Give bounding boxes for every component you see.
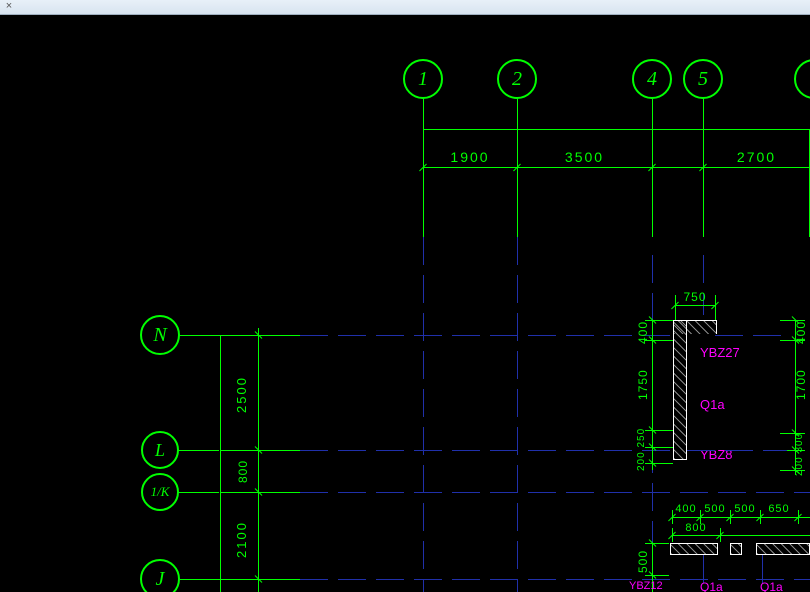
grid-line [715, 335, 785, 336]
dim-value: 2500 [234, 345, 249, 445]
dim-value: 200 250 [636, 427, 647, 471]
window-titlebar: × [0, 0, 810, 15]
grid-line-5 [703, 255, 704, 315]
dim-value: 800 [676, 522, 716, 534]
dim-ext [645, 463, 673, 464]
grid-line-1K [300, 492, 810, 493]
dim-value: 2100 [234, 500, 249, 580]
grid-label: 5 [698, 68, 708, 91]
dim-line [423, 129, 810, 130]
label-ybz27: YBZ27 [700, 345, 740, 360]
grid-label: N [153, 324, 166, 347]
grid-lead [180, 579, 220, 580]
grid-label: 2 [512, 68, 522, 91]
grid-lead [517, 99, 518, 129]
dim-value: 500 [700, 503, 730, 515]
grid-bubble-5: 5 [683, 59, 723, 99]
grid-line-2 [517, 237, 518, 592]
grid-line-N [300, 335, 670, 336]
grid-lead [179, 450, 219, 451]
dim-line [220, 335, 221, 592]
grid-bubble-L: L [141, 431, 179, 469]
dim-value: 400 [636, 320, 650, 344]
wall-section [673, 320, 687, 460]
dim-ext [703, 129, 704, 237]
label-q1a: Q1a [700, 397, 725, 412]
close-icon[interactable]: × [2, 0, 16, 13]
label-q1a-2: Q1a [700, 580, 723, 592]
dim-line [423, 167, 810, 168]
grid-line [687, 450, 787, 451]
dim-value: 650 [760, 503, 798, 515]
grid-bubble-J: J [140, 559, 180, 592]
dim-value: 200 300 [794, 430, 805, 478]
dim-ext [423, 129, 424, 237]
dim-value: 500 [636, 545, 650, 577]
grid-line-L [300, 450, 670, 451]
grid-bubble-1K: 1/K [141, 473, 179, 511]
grid-lead [423, 99, 424, 129]
grid-bubble-partial [794, 59, 810, 99]
dim-value: 1750 [636, 350, 650, 420]
dim-line [675, 305, 715, 306]
grid-label: L [155, 440, 165, 461]
dim-value: 400 [672, 503, 700, 515]
dim-value: 3500 [517, 149, 652, 165]
label-q1a-3: Q1a [760, 580, 783, 592]
grid-bubble-2: 2 [497, 59, 537, 99]
grid-bubble-4: 4 [632, 59, 672, 99]
drawing-canvas[interactable]: 1 2 4 5 1900 3500 2700 N L 1/K J 2500 80… [0, 15, 810, 592]
wall-section [730, 543, 742, 555]
dim-value: 500 [730, 503, 760, 515]
grid-lead [703, 99, 704, 129]
grid-bubble-N: N [140, 315, 180, 355]
grid-label: 4 [647, 68, 657, 91]
dim-line [672, 517, 810, 518]
dim-value: 800 [236, 453, 250, 489]
dim-ext [652, 129, 653, 237]
dim-value: 1900 [423, 149, 517, 165]
wall-section [670, 543, 718, 555]
dim-value: 400 [794, 320, 808, 344]
grid-bubble-1: 1 [403, 59, 443, 99]
dim-value: 1700 [794, 350, 808, 420]
grid-lead [179, 492, 219, 493]
dim-value: 750 [672, 290, 718, 304]
dim-value: 2700 [703, 149, 810, 165]
grid-label: 1/K [151, 484, 170, 500]
grid-label: J [156, 568, 165, 591]
grid-line-J [300, 579, 810, 580]
dim-ext [645, 543, 669, 544]
dim-ext [517, 129, 518, 237]
dim-ext [645, 447, 673, 448]
dim-line [258, 328, 259, 592]
grid-line-1 [423, 237, 424, 592]
grid-label: 1 [418, 68, 428, 91]
grid-lead [652, 99, 653, 129]
wall-section [756, 543, 810, 555]
label-ybz12: YBZ12 [629, 580, 663, 592]
dim-line [672, 535, 810, 536]
dim-ext [645, 430, 673, 431]
